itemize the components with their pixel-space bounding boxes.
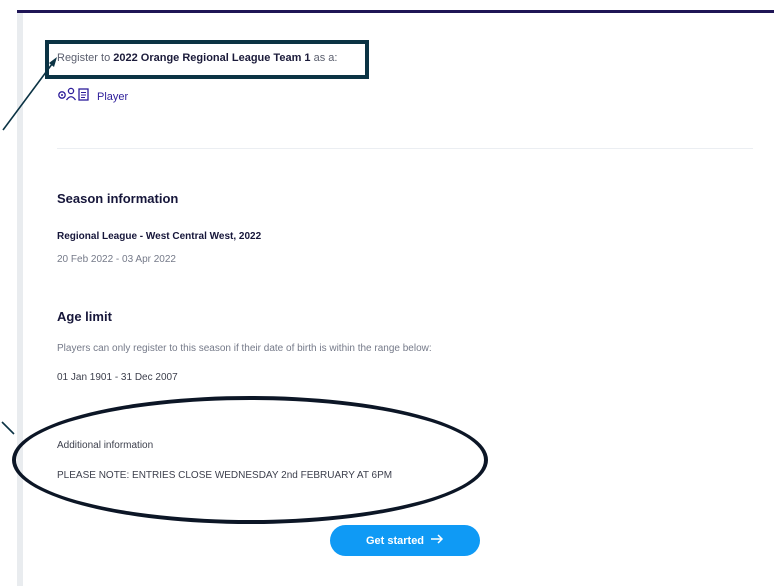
age-limit-heading: Age limit — [57, 309, 112, 324]
season-dates: 20 Feb 2022 - 03 Apr 2022 — [57, 254, 176, 265]
annotation-ellipse — [12, 396, 488, 524]
role-option-player[interactable]: Player — [57, 87, 128, 106]
annotation-arrow-bottom — [1, 421, 15, 435]
get-started-button[interactable]: Get started — [330, 525, 480, 556]
additional-info-heading: Additional information — [57, 440, 154, 451]
additional-info-note: PLEASE NOTE: ENTRIES CLOSE WEDNESDAY 2nd… — [57, 470, 393, 481]
player-role-icon — [57, 87, 91, 106]
season-heading: Season information — [57, 191, 179, 206]
annotation-highlight-box — [45, 40, 369, 79]
arrow-right-icon — [430, 534, 444, 547]
age-limit-description: Players can only register to this season… — [57, 343, 432, 354]
role-label: Player — [97, 90, 129, 103]
season-name: Regional League - West Central West, 202… — [57, 231, 262, 242]
age-range: 01 Jan 1901 - 31 Dec 2007 — [57, 372, 178, 383]
section-divider — [57, 148, 753, 149]
get-started-label: Get started — [365, 534, 425, 547]
